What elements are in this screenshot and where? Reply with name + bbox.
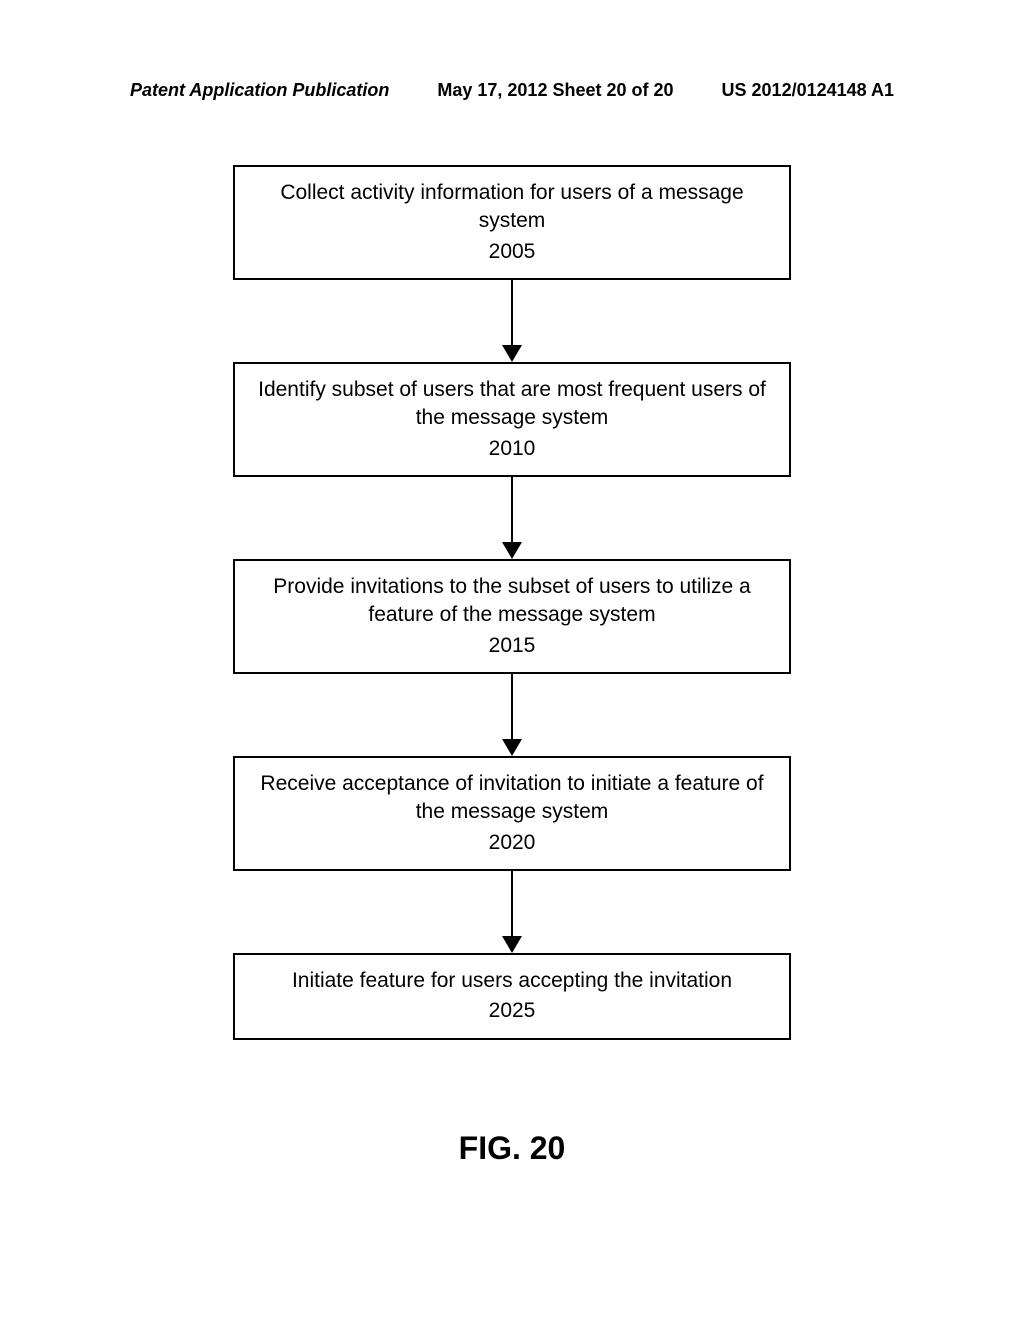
flow-box: Collect activity information for users o… [233,165,791,280]
flow-arrow [502,871,522,953]
arrow-line [511,674,513,739]
arrow-line [511,280,513,345]
flow-box-text: Collect activity information for users o… [280,181,743,232]
figure-caption: FIG. 20 [0,1130,1024,1167]
header-patent-number: US 2012/0124148 A1 [722,80,894,101]
arrow-line [511,871,513,936]
arrow-line [511,477,513,542]
flow-box-text: Provide invitations to the subset of use… [273,575,750,626]
flow-box-text: Initiate feature for users accepting the… [292,969,732,992]
flowchart: Collect activity information for users o… [233,165,791,1040]
flow-box-number: 2015 [255,632,769,660]
flow-box: Receive acceptance of invitation to init… [233,756,791,871]
header-publication: Patent Application Publication [130,80,389,101]
flow-box: Provide invitations to the subset of use… [233,559,791,674]
flow-box-number: 2025 [255,997,769,1025]
arrow-down-icon [502,345,522,362]
flow-box: Initiate feature for users accepting the… [233,953,791,1040]
arrow-down-icon [502,739,522,756]
flow-arrow [502,477,522,559]
header-date-sheet: May 17, 2012 Sheet 20 of 20 [437,80,673,101]
flow-box-text: Identify subset of users that are most f… [258,378,766,429]
flow-box: Identify subset of users that are most f… [233,362,791,477]
arrow-down-icon [502,542,522,559]
flow-arrow [502,674,522,756]
page-header: Patent Application Publication May 17, 2… [0,80,1024,101]
flow-box-text: Receive acceptance of invitation to init… [260,772,763,823]
flow-box-number: 2020 [255,829,769,857]
arrow-down-icon [502,936,522,953]
flow-box-number: 2005 [255,238,769,266]
flow-arrow [502,280,522,362]
flow-box-number: 2010 [255,435,769,463]
